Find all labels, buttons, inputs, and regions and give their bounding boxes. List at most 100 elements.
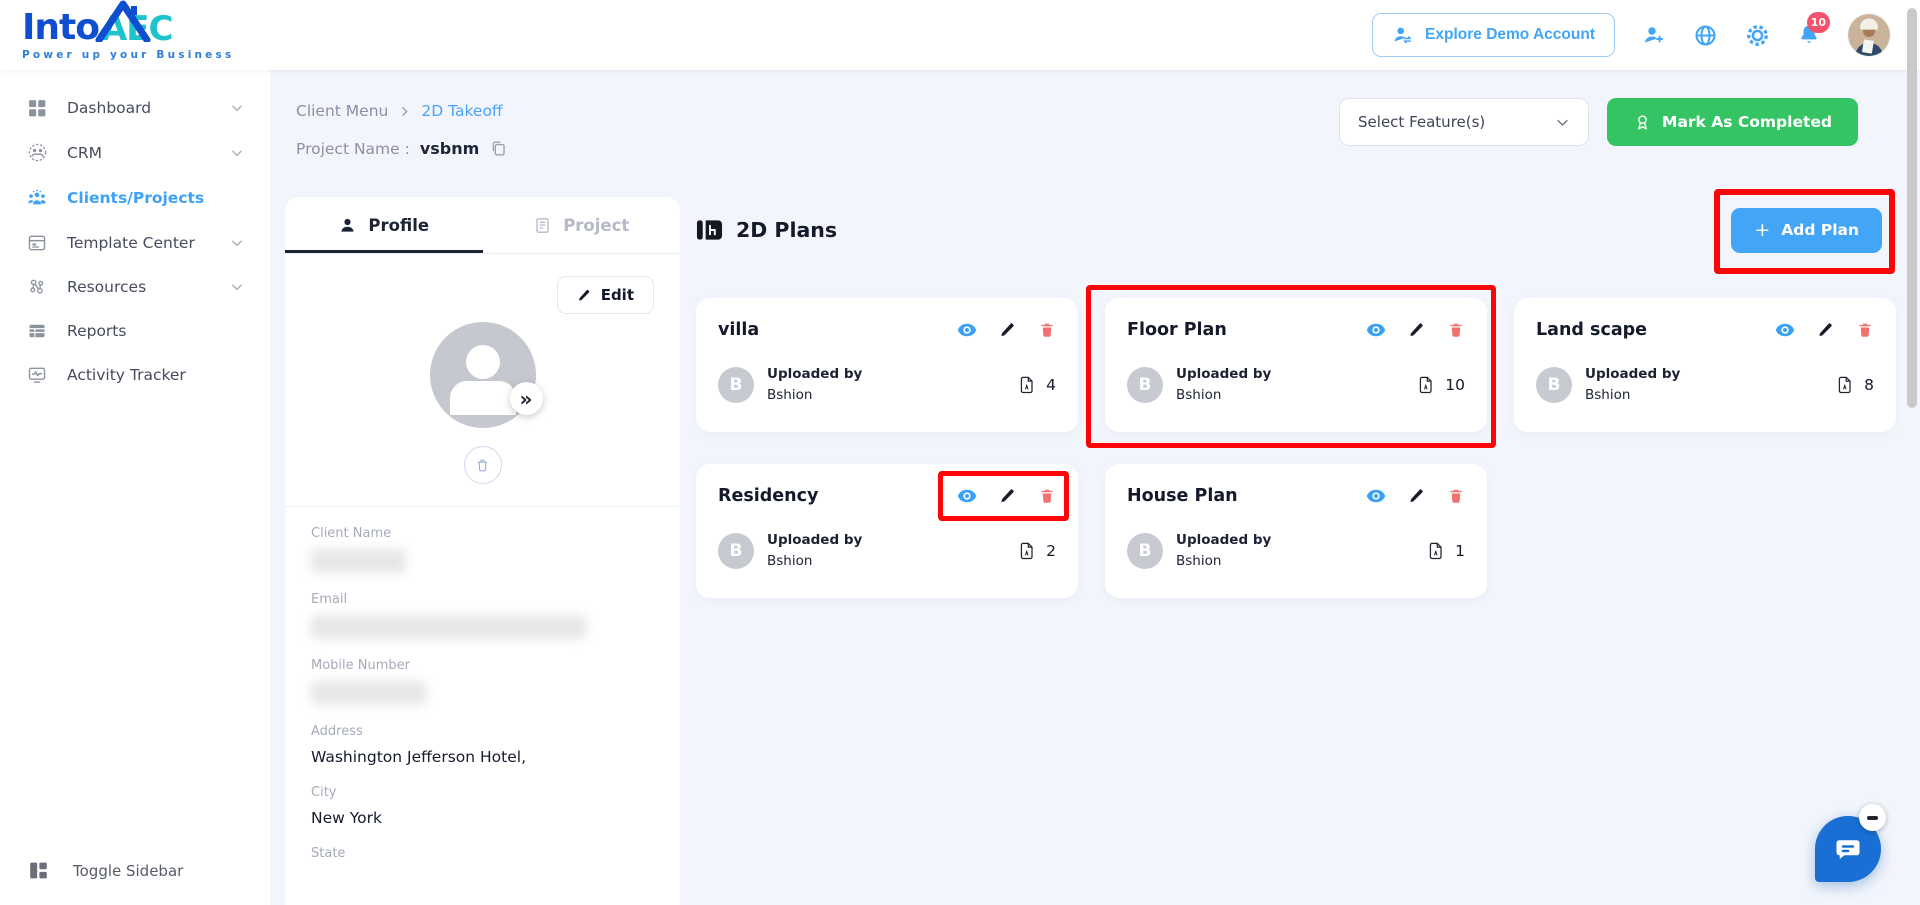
field-label: City: [311, 785, 337, 800]
user-avatar[interactable]: [1848, 14, 1890, 56]
explore-demo-button[interactable]: Explore Demo Account: [1372, 13, 1615, 57]
sidebar-item-label: Resources: [67, 278, 147, 296]
edit-pencil-icon[interactable]: [1817, 321, 1835, 339]
explore-demo-label: Explore Demo Account: [1425, 26, 1595, 43]
delete-trash-icon[interactable]: [1038, 487, 1056, 505]
delete-trash-icon[interactable]: [1447, 321, 1465, 339]
edit-pencil-icon[interactable]: [1408, 487, 1426, 505]
chat-minimize-button[interactable]: [1859, 804, 1886, 831]
plans-title-label: 2D Plans: [736, 218, 838, 242]
field-value: Washington Jefferson Hotel,: [311, 748, 527, 766]
pdf-file-icon: [1420, 376, 1432, 393]
notifications-bell-icon[interactable]: 10: [1797, 12, 1830, 47]
field-label: State: [311, 846, 346, 861]
plan-card-actions: [956, 319, 1056, 341]
view-eye-icon[interactable]: [956, 319, 978, 341]
view-eye-icon[interactable]: [1365, 485, 1387, 507]
sidebar-item-dashboard[interactable]: Dashboard: [0, 86, 270, 130]
breadcrumb-2d-takeoff[interactable]: 2D Takeoff: [421, 102, 502, 120]
uploader-name: Bshion: [1176, 387, 1222, 403]
plan-card-house-plan: House Plan B Uploaded by Bshion 1: [1105, 464, 1487, 598]
chevron-down-icon: [1555, 115, 1570, 130]
sidebar-item-label: Dashboard: [67, 99, 152, 117]
delete-trash-icon[interactable]: [1038, 321, 1056, 339]
vertical-scrollbar[interactable]: [1907, 8, 1917, 408]
uploader-avatar: B: [1127, 366, 1163, 403]
pdf-count-value: 8: [1864, 375, 1874, 394]
copy-icon[interactable]: [489, 139, 508, 158]
trash-small-icon: [477, 459, 488, 471]
plans-title: 2D Plans: [696, 218, 837, 242]
plan-card-floor-plan: Floor Plan B Uploaded by Bshion 10: [1086, 285, 1496, 448]
sidebar-item-activity-tracker[interactable]: Activity Tracker: [0, 353, 270, 397]
top-controls: Select Feature(s) Mark As Completed: [1339, 98, 1858, 146]
person-icon: [338, 216, 357, 235]
settings-gear-icon[interactable]: [1745, 23, 1770, 48]
sidebar-item-clients-projects[interactable]: Clients/Projects: [0, 175, 270, 221]
view-eye-icon[interactable]: [956, 485, 978, 507]
sidebar-item-label: CRM: [67, 143, 102, 162]
mark-as-completed-label: Mark As Completed: [1662, 113, 1832, 131]
pdf-count-value: 2: [1046, 541, 1056, 560]
pdf-file-icon: [1429, 542, 1442, 559]
avatar-expand-button[interactable]: »: [509, 382, 543, 415]
add-plan-button[interactable]: + Add Plan: [1731, 207, 1882, 253]
dashboard-grid-icon: [26, 98, 48, 118]
view-eye-icon[interactable]: [1365, 319, 1387, 341]
client-profile-panel: Profile Project Edit » Client Name Email…: [285, 197, 680, 905]
field-email: Email: [311, 592, 654, 639]
crm-handshake-icon: [26, 142, 48, 163]
field-client-name: Client Name: [311, 526, 654, 573]
delete-trash-icon[interactable]: [1447, 487, 1465, 505]
breadcrumb-client-menu[interactable]: Client Menu: [296, 102, 388, 120]
field-state: State: [311, 846, 654, 861]
mark-as-completed-button[interactable]: Mark As Completed: [1607, 98, 1858, 146]
redacted-value: [311, 681, 426, 705]
plan-card-title: villa: [718, 320, 760, 340]
redacted-value: [311, 549, 406, 573]
plan-card-actions: [938, 471, 1069, 521]
sidebar-item-reports[interactable]: Reports: [0, 309, 270, 353]
language-globe-icon[interactable]: [1693, 23, 1718, 48]
edit-pencil-icon[interactable]: [999, 487, 1017, 505]
minimize-icon: [1867, 815, 1878, 820]
uploader-avatar: B: [718, 532, 754, 569]
tab-profile-label: Profile: [368, 216, 430, 235]
select-features-dropdown[interactable]: Select Feature(s): [1339, 98, 1590, 146]
plus-icon: +: [1754, 218, 1771, 241]
tab-profile[interactable]: Profile: [285, 197, 483, 253]
sidebar-items: Dashboard CRM Clients/Projects Template …: [0, 86, 270, 397]
edit-pencil-icon[interactable]: [1408, 321, 1426, 339]
tab-project-label: Project: [563, 216, 630, 235]
field-city: City New York: [311, 785, 654, 827]
sidebar-item-label: Template Center: [67, 234, 195, 252]
toggle-sidebar-button[interactable]: Toggle Sidebar: [0, 846, 270, 895]
view-eye-icon[interactable]: [1774, 319, 1796, 341]
field-label: Address: [311, 724, 363, 739]
plan-card-title: Residency: [718, 486, 819, 506]
pencil-icon: [578, 289, 589, 300]
logo-tagline: Power up your Business: [22, 48, 235, 61]
toggle-sidebar-label: Toggle Sidebar: [73, 861, 184, 880]
edit-profile-button[interactable]: Edit: [556, 276, 654, 314]
field-address: Address Washington Jefferson Hotel,: [311, 724, 654, 766]
sidebar-item-resources[interactable]: Resources: [0, 265, 270, 309]
delete-trash-icon[interactable]: [1856, 321, 1874, 339]
select-features-label: Select Feature(s): [1358, 113, 1486, 131]
plan-card-actions: [1365, 485, 1465, 507]
sidebar-item-label: Activity Tracker: [67, 366, 186, 384]
2d-plans-icon: [696, 220, 723, 240]
tab-project[interactable]: Project: [483, 197, 681, 253]
add-plan-label: Add Plan: [1781, 221, 1859, 239]
app-logo[interactable]: Into AEC Power up your Business: [22, 0, 235, 61]
pdf-file-icon: [1838, 376, 1851, 393]
sidebar-item-template-center[interactable]: Template Center: [0, 221, 270, 265]
add-user-icon[interactable]: [1642, 23, 1666, 47]
plan-card-residency: Residency B Uploaded by Bshion 2: [696, 464, 1078, 598]
sidebar-item-crm[interactable]: CRM: [0, 130, 270, 175]
remove-avatar-button[interactable]: [463, 446, 502, 484]
uploader-avatar: B: [718, 366, 754, 403]
edit-pencil-icon[interactable]: [999, 321, 1017, 339]
reports-table-icon: [26, 321, 48, 341]
plan-card-actions: [1774, 319, 1874, 341]
